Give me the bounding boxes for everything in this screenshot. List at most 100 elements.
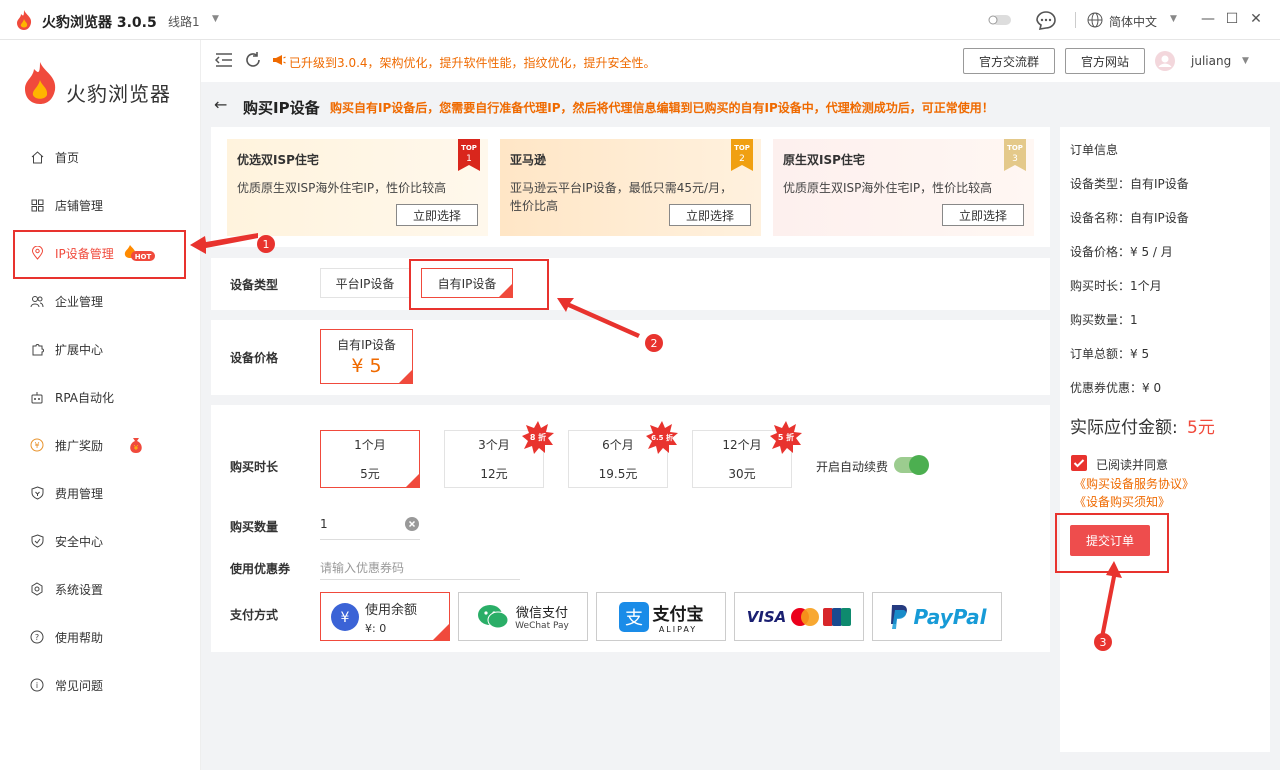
route-selector[interactable]: 线路1 bbox=[168, 13, 200, 30]
balance-title: 使用余额 bbox=[365, 602, 418, 618]
select-button[interactable]: 立即选择 bbox=[396, 204, 478, 226]
annotation-badge-1: 1 bbox=[257, 235, 275, 253]
duration-name: 3个月 bbox=[478, 438, 510, 452]
robot-icon bbox=[30, 390, 44, 404]
pay-alipay[interactable]: 支 支付宝 ALIPAY bbox=[596, 592, 726, 641]
pay-paypal[interactable]: PayPal bbox=[872, 592, 1002, 641]
money-bag-icon: ¥ bbox=[130, 438, 142, 453]
app-title: 火豹浏览器 3.0.5 bbox=[42, 15, 157, 31]
chevron-down-icon[interactable]: ▼ bbox=[212, 14, 219, 24]
page-title: 购买IP设备 bbox=[243, 99, 320, 117]
duration-name: 1个月 bbox=[354, 438, 386, 452]
pay-wechat[interactable]: 微信支付 WeChat Pay bbox=[458, 592, 588, 641]
agree-checkbox[interactable] bbox=[1071, 455, 1087, 471]
order-quantity: 购买数量：1 bbox=[1070, 313, 1138, 327]
language-chevron-icon[interactable]: ▼ bbox=[1170, 14, 1177, 24]
select-button[interactable]: 立即选择 bbox=[669, 204, 751, 226]
minimize-button[interactable]: — bbox=[1198, 9, 1218, 29]
svg-text:TOP: TOP bbox=[734, 144, 750, 152]
duration-price: 19.5元 bbox=[598, 467, 638, 481]
language-selector[interactable]: 简体中文 bbox=[1109, 13, 1157, 30]
menu-collapse-icon[interactable] bbox=[215, 52, 233, 68]
checkmark-icon bbox=[433, 624, 449, 640]
coupon-input[interactable]: 请输入优惠券码 bbox=[320, 552, 520, 580]
logo-text: 火豹浏览器 bbox=[66, 82, 171, 106]
service-agreement-link[interactable]: 《购买设备服务协议》 bbox=[1074, 475, 1194, 492]
svg-text:3: 3 bbox=[1012, 154, 1018, 164]
maximize-button[interactable]: ☐ bbox=[1222, 9, 1242, 29]
order-duration: 购买时长：1个月 bbox=[1070, 279, 1162, 293]
duration-price: 30元 bbox=[728, 467, 756, 481]
avatar[interactable] bbox=[1155, 51, 1175, 71]
sidebar-item-help[interactable]: ? 使用帮助 bbox=[0, 613, 200, 661]
refresh-icon[interactable] bbox=[244, 51, 262, 69]
grid-icon bbox=[30, 198, 44, 212]
official-site-button[interactable]: 官方网站 bbox=[1065, 48, 1145, 74]
device-type-label: 设备类型 bbox=[230, 278, 279, 292]
wechat-title: 微信支付 bbox=[515, 606, 568, 621]
clear-icon[interactable] bbox=[405, 517, 419, 531]
sidebar-item-faq[interactable]: i 常见问题 bbox=[0, 661, 200, 709]
annotation-badge-3: 3 bbox=[1094, 633, 1112, 651]
sidebar-item-billing[interactable]: 费用管理 bbox=[0, 469, 200, 517]
user-chevron-icon[interactable]: ▼ bbox=[1242, 56, 1249, 66]
upgrade-notice: 已升级到3.0.4，架构优化，提升软件性能，指纹优化，提升安全性。 bbox=[289, 56, 656, 70]
sidebar-item-rpa[interactable]: RPA自动化 bbox=[0, 373, 200, 421]
back-arrow-icon[interactable]: ← bbox=[214, 95, 227, 114]
sidebar-item-home[interactable]: 首页 bbox=[0, 133, 200, 181]
paypal-icon bbox=[891, 604, 908, 629]
svg-text:6.5 折: 6.5 折 bbox=[651, 433, 673, 442]
close-button[interactable]: ✕ bbox=[1246, 9, 1266, 29]
sidebar-item-shops[interactable]: 店铺管理 bbox=[0, 181, 200, 229]
annotation-badge-2: 2 bbox=[645, 334, 663, 352]
checkmark-icon bbox=[1073, 459, 1085, 468]
sidebar-item-label: RPA自动化 bbox=[55, 390, 115, 405]
purchase-notice-link[interactable]: 《设备购买须知》 bbox=[1074, 493, 1170, 510]
card-title: 原生双ISP住宅 bbox=[783, 153, 865, 167]
official-group-button[interactable]: 官方交流群 bbox=[963, 48, 1055, 74]
agree-text: 已阅读并同意 bbox=[1096, 458, 1169, 472]
sidebar-item-label: 推广奖励 bbox=[55, 438, 104, 453]
pay-balance[interactable]: ¥ 使用余额 ¥: 0 bbox=[320, 592, 450, 641]
select-button[interactable]: 立即选择 bbox=[942, 204, 1024, 226]
sidebar-item-extensions[interactable]: 扩展中心 bbox=[0, 325, 200, 373]
help-icon: ? bbox=[30, 630, 44, 644]
payment-label: 支付方式 bbox=[230, 608, 279, 622]
svg-text:?: ? bbox=[35, 633, 39, 642]
card-desc: 优质原生双ISP海外住宅IP，性价比较高 bbox=[237, 181, 447, 195]
pay-card[interactable]: VISA bbox=[734, 592, 864, 641]
card-native-isp[interactable]: 原生双ISP住宅 优质原生双ISP海外住宅IP，性价比较高 立即选择 TOP 3 bbox=[773, 139, 1034, 236]
price-name: 自有IP设备 bbox=[337, 338, 396, 352]
quantity-input[interactable]: 1 bbox=[320, 510, 420, 540]
quantity-label: 购买数量 bbox=[230, 520, 279, 534]
sidebar-item-referral[interactable]: ¥ 推广奖励 ¥ bbox=[0, 421, 200, 469]
page-tip: 购买自有IP设备后，您需要自行准备代理IP，然后将代理信息编辑到已购买的自有IP… bbox=[330, 101, 994, 115]
users-icon bbox=[30, 294, 44, 308]
toggle-knob bbox=[909, 455, 929, 475]
price-value: ¥ 5 bbox=[351, 355, 382, 377]
wechat-sub: WeChat Pay bbox=[515, 621, 569, 631]
svg-text:8 折: 8 折 bbox=[530, 432, 546, 442]
sidebar-item-enterprise[interactable]: 企业管理 bbox=[0, 277, 200, 325]
card-amazon[interactable]: 亚马逊 亚马逊云平台IP设备，最低只需45元/月，性价比高 立即选择 TOP 2 bbox=[500, 139, 761, 236]
sidebar-item-security[interactable]: 安全中心 bbox=[0, 517, 200, 565]
top2-ribbon-icon: TOP 2 bbox=[731, 139, 753, 171]
card-isp-dual[interactable]: 优选双ISP住宅 优质原生双ISP海外住宅IP，性价比较高 立即选择 TOP 1 bbox=[227, 139, 488, 236]
wechat-icon bbox=[478, 604, 509, 628]
flame-logo-icon bbox=[25, 62, 56, 104]
duration-option-1m[interactable]: 1个月 5元 bbox=[320, 430, 420, 488]
quantity-value: 1 bbox=[320, 517, 328, 531]
auto-renew-label: 开启自动续费 bbox=[816, 460, 889, 474]
auto-renew-toggle[interactable] bbox=[894, 455, 929, 475]
theme-toggle-icon[interactable] bbox=[986, 11, 1012, 29]
sidebar-item-settings[interactable]: 系统设置 bbox=[0, 565, 200, 613]
customer-service-icon[interactable] bbox=[1034, 10, 1058, 30]
checkmark-icon bbox=[406, 474, 419, 487]
highlight-box-1 bbox=[13, 230, 186, 279]
unionpay-icon bbox=[823, 607, 852, 626]
order-title: 订单信息 bbox=[1070, 143, 1119, 157]
mastercard-icon bbox=[791, 607, 820, 626]
payable-value: 5元 bbox=[1187, 418, 1215, 438]
option-platform-ip[interactable]: 平台IP设备 bbox=[320, 268, 410, 298]
username[interactable]: juliang bbox=[1191, 54, 1231, 68]
